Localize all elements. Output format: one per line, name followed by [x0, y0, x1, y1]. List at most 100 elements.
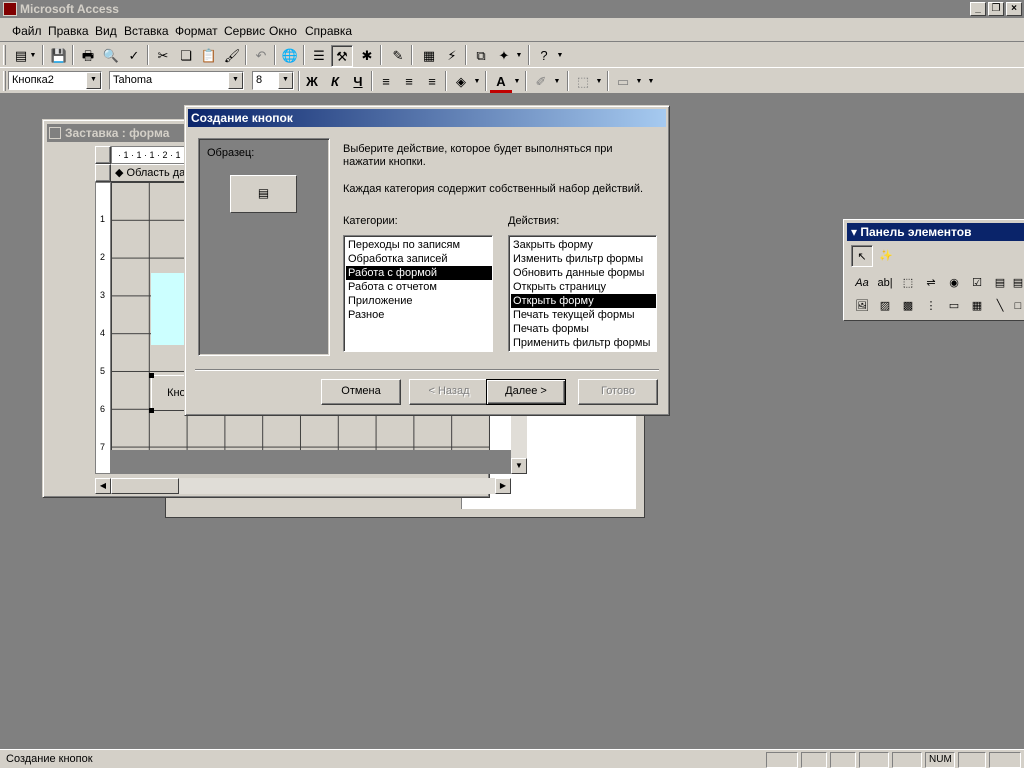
- option-button-icon[interactable]: ◉: [943, 272, 965, 294]
- font-color-icon[interactable]: A: [490, 71, 512, 93]
- actions-listbox[interactable]: Закрыть форму Изменить фильтр формы Обнови…: [508, 235, 657, 352]
- menu-window[interactable]: Окно: [269, 24, 297, 38]
- hyperlink-icon[interactable]: 🌐: [279, 45, 301, 67]
- align-left-icon[interactable]: ≡: [375, 71, 397, 93]
- page-break-icon[interactable]: ⋮: [920, 295, 942, 317]
- line-color-dropdown-icon[interactable]: ▼: [552, 71, 562, 93]
- horizontal-scrollbar[interactable]: ◀ ▶: [95, 478, 511, 494]
- scroll-left-icon[interactable]: ◀: [95, 478, 111, 494]
- menu-edit[interactable]: Правка: [48, 24, 89, 38]
- combo-box-icon[interactable]: ▤: [989, 272, 1011, 294]
- chevron-down-icon[interactable]: ▼: [86, 72, 101, 89]
- category-item[interactable]: Разное: [346, 308, 492, 322]
- category-item[interactable]: Работа с отчетом: [346, 280, 492, 294]
- category-item[interactable]: Приложение: [346, 294, 492, 308]
- toolbox-menu-icon[interactable]: ▾: [851, 225, 857, 239]
- copy-icon[interactable]: ❏: [175, 45, 197, 67]
- image-tool-icon[interactable]: 🖼: [851, 295, 873, 317]
- restore-button[interactable]: ❐: [988, 2, 1004, 16]
- line-color-icon[interactable]: ✐: [530, 71, 552, 93]
- font-color-dropdown-icon[interactable]: ▼: [512, 71, 522, 93]
- autoformat-icon[interactable]: ✱: [356, 45, 378, 67]
- cut-icon[interactable]: ✂: [152, 45, 174, 67]
- align-right-icon[interactable]: ≡: [421, 71, 443, 93]
- subform-icon[interactable]: ▦: [966, 295, 988, 317]
- toolbox-title-bar[interactable]: ▾ Панель элементов: [847, 223, 1024, 241]
- access-app-icon[interactable]: [3, 2, 17, 16]
- undo-icon[interactable]: ↶: [250, 45, 272, 67]
- action-item[interactable]: Закрыть форму: [511, 238, 656, 252]
- category-item[interactable]: Переходы по записям: [346, 238, 492, 252]
- special-effect-dropdown-icon[interactable]: ▼: [634, 71, 644, 93]
- action-item[interactable]: Открыть страницу: [511, 280, 656, 294]
- checkbox-tool-icon[interactable]: ☑: [966, 272, 988, 294]
- properties-icon[interactable]: ▦: [418, 45, 440, 67]
- fill-color-icon[interactable]: ◈: [450, 71, 472, 93]
- action-item[interactable]: Применить фильтр формы: [511, 336, 656, 350]
- align-center-icon[interactable]: ≡: [398, 71, 420, 93]
- action-item[interactable]: Печать формы: [511, 322, 656, 336]
- line-width-icon[interactable]: ⬚: [572, 71, 594, 93]
- rectangle-tool-icon[interactable]: □: [1012, 295, 1024, 317]
- menu-help[interactable]: Справка: [305, 24, 352, 38]
- field-list-icon[interactable]: ☰: [308, 45, 330, 67]
- build-icon[interactable]: ⚡: [441, 45, 463, 67]
- dialog-title[interactable]: Создание кнопок: [188, 109, 666, 127]
- menu-file[interactable]: Файл: [12, 24, 42, 38]
- list-box-icon[interactable]: ▤: [1012, 272, 1024, 294]
- tab-control-icon[interactable]: ▭: [943, 295, 965, 317]
- bold-button[interactable]: Ж: [301, 71, 323, 93]
- action-item[interactable]: Изменить фильтр формы: [511, 252, 656, 266]
- scroll-thumb[interactable]: [111, 478, 179, 494]
- toggle-button-icon[interactable]: ⇌: [920, 272, 942, 294]
- categories-listbox[interactable]: Переходы по записям Обработка записей Рабо…: [343, 235, 493, 352]
- underline-button[interactable]: Ч: [347, 71, 369, 93]
- paste-icon[interactable]: 📋: [198, 45, 220, 67]
- vertical-ruler[interactable]: 1 2 3 4 5 6 7: [95, 182, 111, 474]
- textbox-tool-icon[interactable]: ab|: [874, 272, 896, 294]
- special-effect-icon[interactable]: ▭: [612, 71, 634, 93]
- next-button[interactable]: Далее >: [486, 379, 566, 405]
- format-painter-icon[interactable]: 🖌: [221, 45, 243, 67]
- italic-button[interactable]: К: [324, 71, 346, 93]
- help-dropdown-icon[interactable]: ▼: [555, 45, 565, 67]
- menu-format[interactable]: Формат: [175, 24, 218, 38]
- form-selector[interactable]: [95, 146, 111, 164]
- minimize-button[interactable]: _: [970, 2, 986, 16]
- scroll-down-icon[interactable]: ▼: [511, 458, 527, 474]
- category-item[interactable]: Работа с формой: [346, 266, 492, 280]
- label-tool-icon[interactable]: Aa: [851, 272, 873, 294]
- chevron-down-icon[interactable]: ▼: [228, 72, 243, 89]
- toolbox-icon[interactable]: ⚒: [331, 45, 353, 67]
- code-icon[interactable]: ✎: [387, 45, 409, 67]
- section-selector[interactable]: [95, 164, 111, 182]
- category-item[interactable]: Обработка записей: [346, 252, 492, 266]
- action-item[interactable]: Открыть форму: [511, 294, 656, 308]
- new-object-dropdown-icon[interactable]: ▼: [514, 45, 524, 67]
- line-tool-icon[interactable]: ╲: [989, 295, 1011, 317]
- menu-view[interactable]: Вид: [95, 24, 117, 38]
- control-wizards-icon[interactable]: ✨: [875, 245, 897, 267]
- unbound-object-icon[interactable]: ▨: [874, 295, 896, 317]
- scroll-right-icon[interactable]: ▶: [495, 478, 511, 494]
- help-icon[interactable]: ?: [533, 45, 555, 67]
- font-combo[interactable]: Tahoma ▼: [109, 71, 244, 90]
- menu-insert[interactable]: Вставка: [124, 24, 169, 38]
- print-preview-icon[interactable]: 🔍: [100, 45, 122, 67]
- resize-handle[interactable]: [149, 373, 154, 378]
- chevron-down-icon[interactable]: ▼: [278, 72, 293, 89]
- select-objects-icon[interactable]: ↖: [851, 245, 873, 267]
- resize-handle[interactable]: [149, 408, 154, 413]
- view-dropdown-icon[interactable]: ▼: [28, 45, 38, 67]
- cancel-button[interactable]: Отмена: [321, 379, 401, 405]
- menu-tools[interactable]: Сервис: [224, 24, 265, 38]
- bound-object-icon[interactable]: ▩: [897, 295, 919, 317]
- database-window-icon[interactable]: ⧉: [470, 45, 492, 67]
- line-width-dropdown-icon[interactable]: ▼: [594, 71, 604, 93]
- action-item[interactable]: Обновить данные формы: [511, 266, 656, 280]
- print-icon[interactable]: 🖶: [77, 45, 99, 67]
- option-group-icon[interactable]: ⬚: [897, 272, 919, 294]
- toolbar-options-icon[interactable]: ▼: [646, 71, 656, 93]
- back-button[interactable]: < Назад: [409, 379, 489, 405]
- spelling-icon[interactable]: ✓: [123, 45, 145, 67]
